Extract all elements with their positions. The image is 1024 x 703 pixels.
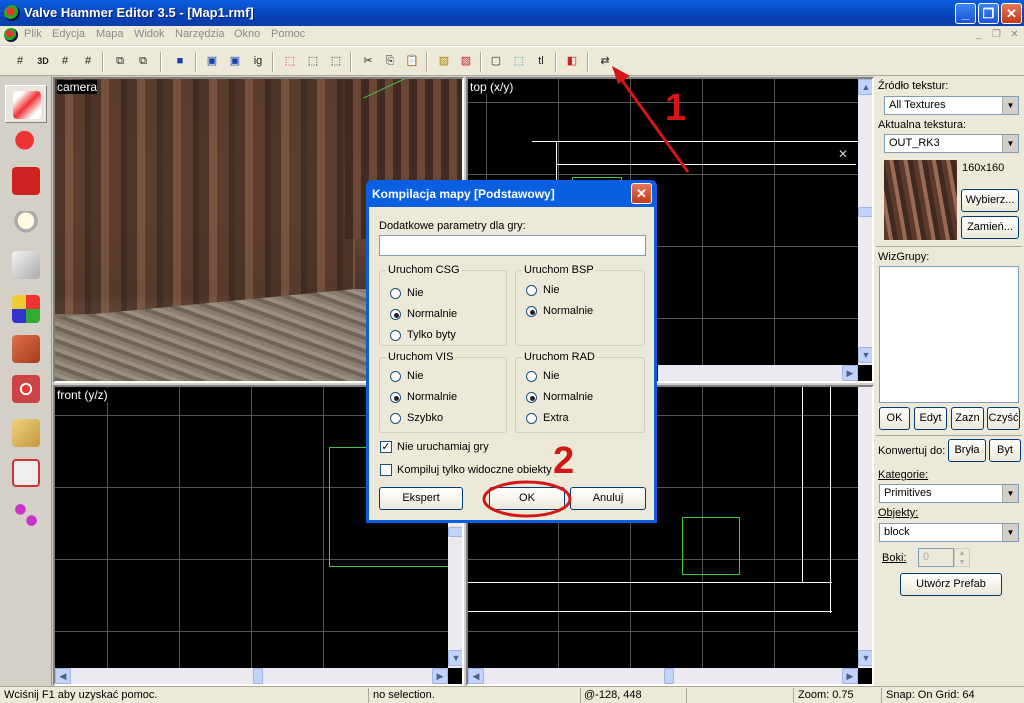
status-bar: Wciśnij F1 aby uzyskać pomoc. no selecti… (0, 686, 1024, 703)
status-separator (580, 688, 581, 703)
status-separator (686, 688, 687, 703)
annotation-marker-2: 2 (553, 440, 575, 482)
status-separator (368, 688, 369, 703)
ok-highlight-ellipse (482, 480, 572, 518)
status-help: Wciśnij F1 aby uzyskać pomoc. (4, 689, 158, 701)
arrowhead-icon (612, 66, 630, 84)
status-separator (793, 688, 794, 703)
status-selection: no selection. (373, 689, 435, 701)
status-zoom: Zoom: 0.75 (798, 689, 854, 701)
annotation-overlay (482, 66, 690, 518)
status-coords: @-128, 448 (584, 689, 642, 701)
status-separator (881, 688, 882, 703)
status-snap: Snap: On Grid: 64 (886, 689, 975, 701)
annotation-marker-1: 1 (665, 87, 687, 129)
